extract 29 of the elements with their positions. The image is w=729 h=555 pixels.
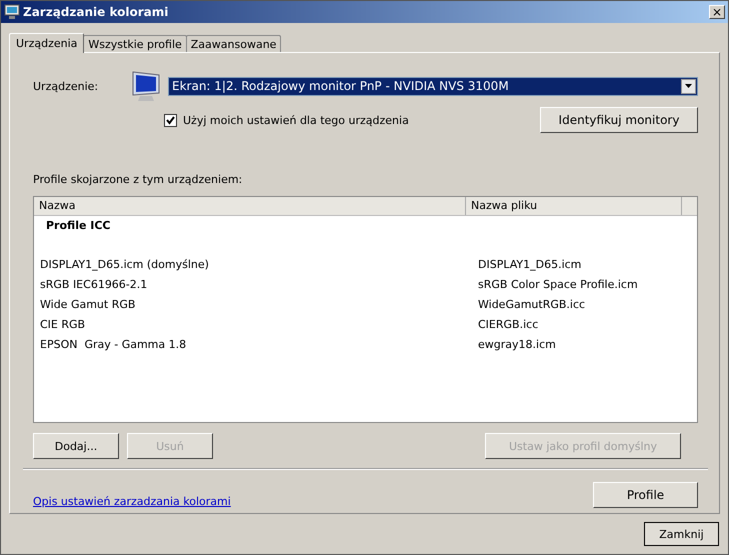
device-dropdown[interactable]: Ekran: 1|2. Rodzajowy monitor PnP - NVIDIA NVS 3100M bbox=[168, 76, 698, 96]
profile-name[interactable]: Wide Gamut RGB bbox=[34, 298, 472, 310]
profile-name[interactable]: CIE RGB bbox=[34, 318, 472, 330]
identify-monitors-button[interactable]: Identyfikuj monitory bbox=[540, 107, 698, 133]
device-label: Urządzenie: bbox=[33, 80, 100, 92]
checkbox-label: Użyj moich ustawień dla tego urządzenia bbox=[183, 114, 409, 126]
profile-file[interactable]: WideGamutRGB.icc bbox=[472, 298, 586, 310]
close-button[interactable]: × bbox=[709, 5, 725, 19]
help-link[interactable]: Opis ustawień zarzadzania kolorami bbox=[33, 481, 231, 508]
profile-button[interactable]: Profile bbox=[593, 482, 698, 508]
profile-file[interactable]: ewgray18.icm bbox=[472, 338, 556, 350]
profile-name[interactable]: DISPLAY1_D65.icm (domyślne) bbox=[34, 258, 472, 270]
tab[interactable]: Wszystkie profile bbox=[83, 35, 187, 52]
column-header[interactable]: Nazwa bbox=[34, 197, 466, 215]
window-title: Zarządzanie kolorami bbox=[23, 5, 170, 19]
profile-file[interactable]: sRGB Color Space Profile.icm bbox=[472, 278, 638, 290]
monitor-icon bbox=[4, 4, 20, 20]
action-button[interactable]: Dodaj... bbox=[33, 433, 119, 459]
profiles-label: Profile skojarzone z tym urządzeniem: bbox=[33, 173, 244, 186]
tab[interactable]: Urządzenia bbox=[9, 33, 84, 53]
profile-file[interactable]: CIERGB.icc bbox=[472, 318, 538, 330]
group-header: Profile ICC bbox=[45, 218, 112, 234]
column-header[interactable]: Nazwa pliku bbox=[466, 197, 682, 215]
profile-name[interactable]: EPSON Gray - Gamma 1.8 bbox=[34, 338, 472, 350]
profile-name[interactable]: sRGB IEC61966-2.1 bbox=[34, 278, 472, 290]
close-dialog-button[interactable]: Zamknij bbox=[644, 522, 719, 546]
checkbox[interactable] bbox=[164, 114, 177, 126]
profile-file[interactable]: DISPLAY1_D65.icm bbox=[472, 258, 582, 270]
tab[interactable]: Zaawansowane bbox=[186, 35, 282, 52]
